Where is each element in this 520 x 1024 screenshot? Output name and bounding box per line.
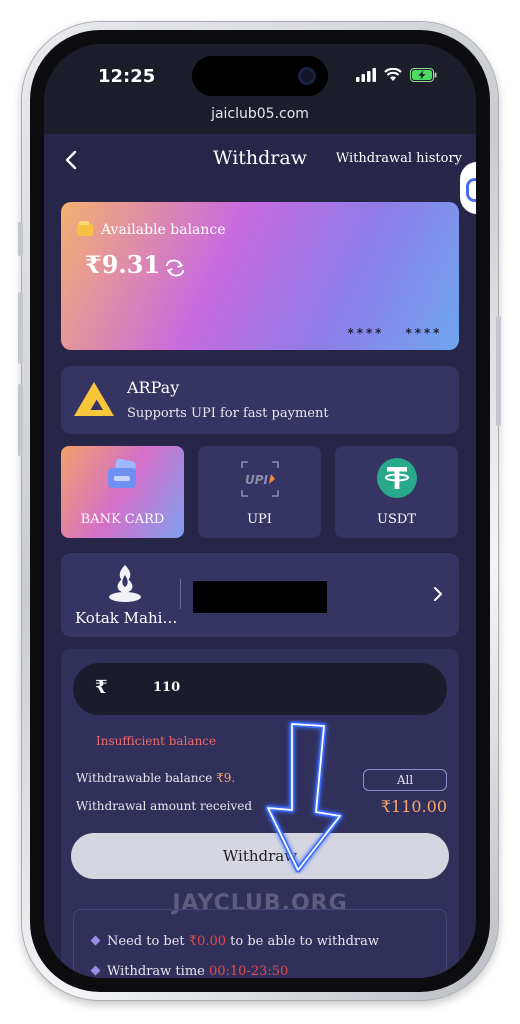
dynamic-island: [192, 56, 328, 96]
refresh-icon[interactable]: [163, 258, 187, 278]
diamond-bullet-icon: [90, 965, 101, 976]
tether-icon: [376, 458, 417, 498]
note-value: 00:10-23:50: [208, 964, 289, 978]
signal-icon: [356, 68, 376, 82]
status-bar: 12:25 jaiclub05.com: [44, 44, 476, 134]
tab-bank-card[interactable]: BANK CARD: [61, 446, 184, 538]
divider: [180, 579, 181, 609]
note-withdraw-time: Withdraw time 00:10-23:50: [90, 964, 289, 978]
balance-amount: ₹9.31: [85, 250, 161, 279]
note-text: to be able to withdraw: [226, 934, 379, 949]
screen: 12:25 jaiclub05.com Withdraw Withdrawal …: [44, 44, 476, 978]
withdraw-notes: Need to bet ₹0.00 to be able to withdraw…: [73, 909, 447, 978]
balance-card: Available balance ₹9.31 **** ****: [61, 202, 459, 350]
card-number-mask: ****: [347, 326, 384, 340]
account-number-redacted: [193, 581, 327, 613]
power-button: [496, 316, 501, 426]
amount-input[interactable]: [153, 680, 413, 695]
front-camera: [298, 67, 316, 85]
kotak-bank-logo-icon: [109, 565, 141, 602]
tab-upi-label: UPI: [247, 512, 272, 527]
note-bet-requirement: Need to bet ₹0.00 to be able to withdraw: [90, 934, 379, 949]
wallet-icon: [77, 221, 93, 236]
tab-usdt[interactable]: USDT: [335, 446, 458, 538]
floating-support-button[interactable]: [460, 162, 476, 214]
diamond-bullet-icon: [90, 935, 101, 946]
tab-bank-card-label: BANK CARD: [80, 512, 165, 527]
gateway-description: Supports UPI for fast payment: [127, 406, 329, 421]
battery-charging-icon: [410, 68, 437, 82]
note-value: ₹0.00: [188, 934, 226, 949]
error-message: Insufficient balance: [96, 734, 217, 748]
withdraw-form: ₹ Insufficient balance Withdrawable bala…: [61, 649, 459, 978]
svg-text:UPI: UPI: [245, 473, 269, 487]
chevron-right-icon: [434, 587, 442, 601]
status-icons: [356, 68, 438, 82]
tab-upi[interactable]: UPI UPI: [198, 446, 321, 538]
browser-url[interactable]: jaiclub05.com: [44, 106, 476, 122]
volume-down-button: [18, 384, 23, 456]
rupee-icon: ₹: [95, 677, 108, 698]
note-text: Withdraw time: [107, 964, 209, 978]
status-time: 12:25: [98, 66, 156, 87]
withdraw-method-tabs: BANK CARD UPI UPI USDT: [61, 446, 459, 538]
all-button[interactable]: All: [363, 769, 447, 791]
card-number-mask: ****: [405, 326, 442, 340]
gateway-name: ARPay: [127, 378, 180, 397]
received-amount-label: Withdrawal amount received: [76, 799, 253, 813]
action-button: [18, 222, 23, 256]
bank-card-icon: [107, 458, 136, 488]
balance-label: Available balance: [101, 222, 226, 238]
wifi-icon: [384, 68, 402, 81]
arpay-logo-icon: [74, 382, 114, 416]
bank-name: Kotak Mahi…: [75, 609, 178, 627]
withdrawable-balance-row: Withdrawable balance ₹9.: [76, 771, 235, 785]
received-amount-value: ₹110.00: [380, 797, 447, 816]
bank-account-selector[interactable]: Kotak Mahi…: [61, 553, 459, 637]
withdrawal-history-link[interactable]: Withdrawal history: [336, 151, 462, 166]
tab-usdt-label: USDT: [377, 512, 416, 527]
note-text: Need to bet: [107, 934, 189, 949]
amount-field[interactable]: ₹: [73, 663, 447, 715]
volume-up-button: [18, 292, 23, 364]
withdrawable-balance-label: Withdrawable balance: [76, 771, 213, 785]
payment-gateway-card[interactable]: ARPay Supports UPI for fast payment: [61, 366, 459, 434]
withdraw-button[interactable]: Withdraw: [71, 833, 449, 879]
upi-icon: UPI: [240, 461, 279, 497]
withdrawable-balance-value: ₹9.: [216, 771, 236, 785]
down-arrow-annotation-icon: [265, 721, 343, 873]
